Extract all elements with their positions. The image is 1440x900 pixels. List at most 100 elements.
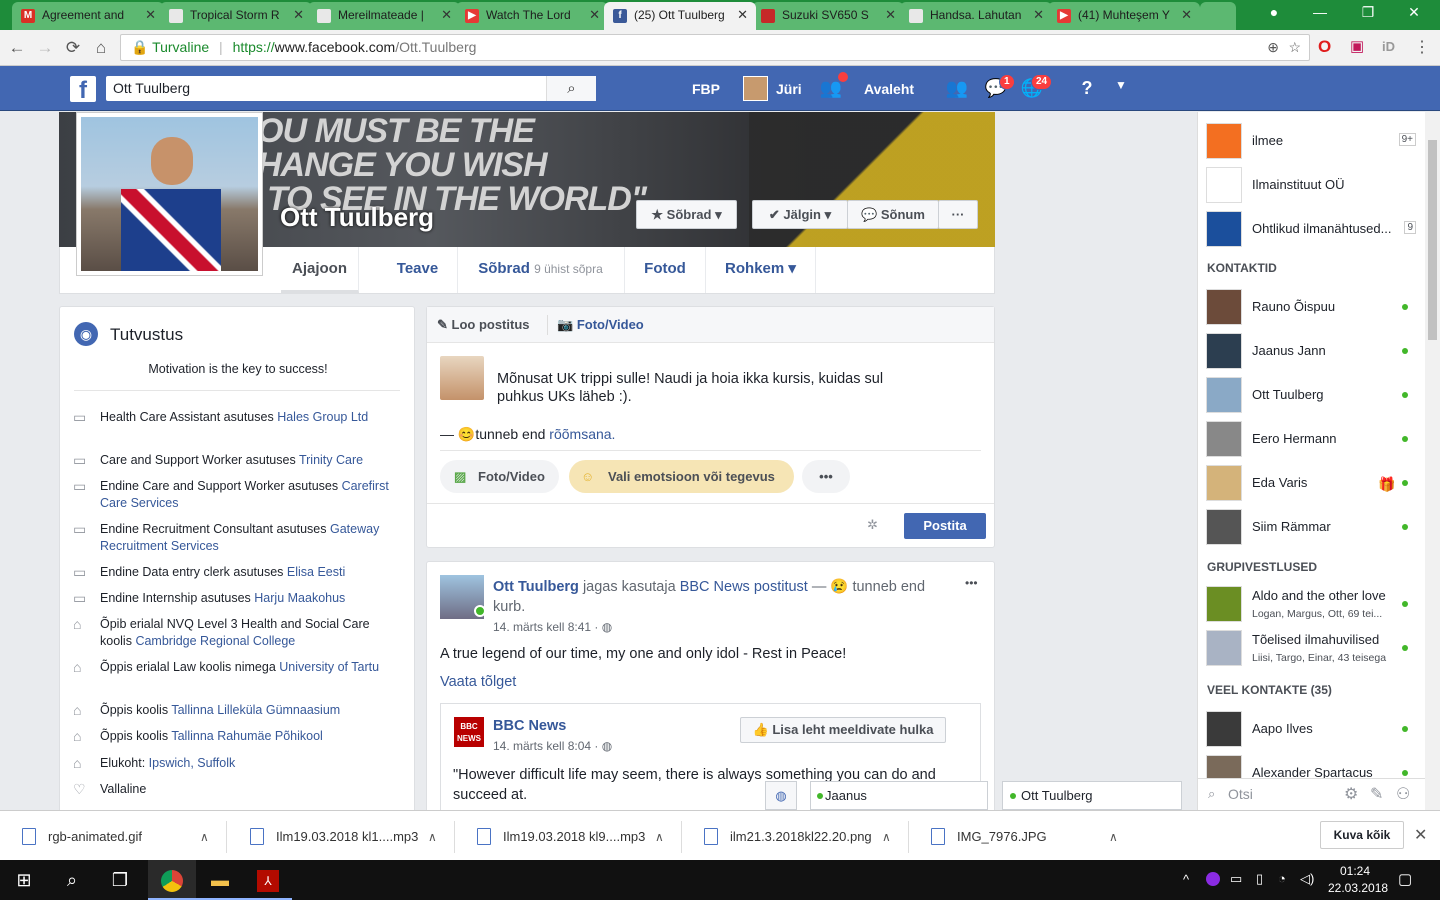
- download-item[interactable]: ilm21.3.2018kl22.20.png ∧: [682, 821, 909, 853]
- tab-close-icon[interactable]: ✕: [145, 2, 156, 28]
- reload-icon[interactable]: ⟳: [62, 38, 84, 58]
- cover-more-button[interactable]: ···: [938, 200, 978, 229]
- settings-gear-icon[interactable]: ✲: [867, 517, 878, 533]
- pill-feeling[interactable]: ☺ Vali emotsioon või tegevus: [569, 460, 794, 493]
- intro-item-link[interactable]: University of Tartu: [279, 660, 379, 674]
- group-chat-item[interactable]: Aldo and the other love Logan, Margus, Ot…: [1206, 586, 1418, 622]
- new-message-icon[interactable]: ✎: [1370, 784, 1383, 804]
- birthday-gift-icon[interactable]: 🎁: [1378, 476, 1395, 493]
- follow-button[interactable]: ✔ Jälgin ▾: [752, 200, 848, 229]
- show-all-downloads-button[interactable]: Kuva kõik: [1320, 821, 1404, 849]
- browser-tab[interactable]: Suzuki SV650 S ✕: [752, 2, 904, 30]
- chrome-menu-icon[interactable]: ⋮: [1414, 37, 1430, 57]
- tab-close-icon[interactable]: ✕: [737, 2, 748, 28]
- bookmark-star-icon[interactable]: ☆: [1288, 35, 1301, 60]
- profile-icon[interactable]: ●: [1254, 4, 1294, 20]
- intro-item-link[interactable]: Trinity Care: [299, 453, 363, 467]
- like-page-button[interactable]: 👍 Lisa leht meeldivate hulka: [740, 717, 946, 743]
- facebook-logo-icon[interactable]: f: [70, 76, 96, 104]
- download-chevron-icon[interactable]: ∧: [200, 823, 209, 851]
- shared-author[interactable]: BBC News: [493, 718, 566, 734]
- tray-chevron-icon[interactable]: ^: [1183, 872, 1189, 887]
- contact-item[interactable]: Jaanus Jann: [1206, 333, 1418, 369]
- new-tab-button[interactable]: [1200, 2, 1236, 30]
- intro-item-link[interactable]: Cambridge Regional College: [135, 634, 295, 648]
- intro-item-link[interactable]: Elisa Eesti: [287, 565, 345, 579]
- browser-tab[interactable]: ▶ Watch The Lord ✕: [456, 2, 608, 30]
- sidebar-page[interactable]: ilmee 9+: [1206, 123, 1418, 159]
- intro-item-link[interactable]: Tallinna Lilleküla Gümnaasium: [171, 703, 340, 717]
- download-chevron-icon[interactable]: ∧: [882, 823, 891, 851]
- help-icon[interactable]: ?: [1074, 78, 1100, 100]
- download-chevron-icon[interactable]: ∧: [1109, 823, 1118, 851]
- intro-item-link[interactable]: Ipswich, Suffolk: [149, 756, 236, 770]
- intro-item-link[interactable]: Harju Maakohus: [254, 591, 345, 605]
- minimize-icon[interactable]: —: [1300, 4, 1340, 20]
- browser-tab[interactable]: M Agreement and ✕: [12, 2, 164, 30]
- contact-item[interactable]: Rauno Õispuu: [1206, 289, 1418, 325]
- maximize-icon[interactable]: ❐: [1348, 4, 1388, 21]
- message-button[interactable]: 💬 Sõnum: [847, 200, 939, 229]
- nav-fbp[interactable]: FBP: [692, 81, 720, 97]
- sidebar-settings-icon[interactable]: ⚙: [1344, 784, 1358, 804]
- profile-tab[interactable]: Fotod: [625, 247, 706, 293]
- intro-item-link[interactable]: Hales Group Ltd: [277, 410, 368, 424]
- id-extension-icon[interactable]: iD: [1382, 39, 1395, 54]
- tray-usb-icon[interactable]: ▯: [1256, 871, 1263, 887]
- taskbar-date[interactable]: 22.03.2018: [1328, 881, 1388, 895]
- chat-tab-jaanus[interactable]: Jaanus: [810, 781, 988, 810]
- profile-tab[interactable]: Rohkem ▾: [706, 247, 816, 293]
- tab-close-icon[interactable]: ✕: [1033, 2, 1044, 28]
- pocket-extension-icon[interactable]: ▣: [1350, 37, 1364, 55]
- post-menu-button[interactable]: •••: [965, 576, 978, 590]
- profile-tab[interactable]: Teave: [378, 247, 458, 293]
- shared-time[interactable]: 14. märts kell 8:04 · ◍: [493, 739, 612, 753]
- close-window-icon[interactable]: ✕: [1394, 4, 1434, 21]
- chat-tab-ott[interactable]: Ott Tuulberg: [1002, 781, 1182, 810]
- tray-app-icon[interactable]: [1206, 872, 1220, 886]
- browser-tab[interactable]: ▶ (41) Muhteşem Y ✕: [1048, 2, 1200, 30]
- pill-photo-video[interactable]: ▨ Foto/Video: [440, 460, 559, 493]
- tab-close-icon[interactable]: ✕: [293, 2, 304, 28]
- friends-button[interactable]: ★ Sõbrad ▾: [636, 200, 737, 229]
- intro-item-link[interactable]: Tallinna Rahumäe Põhikool: [171, 729, 322, 743]
- sidebar-page[interactable]: Ilmainstituut OÜ: [1206, 167, 1418, 203]
- address-bar[interactable]: 🔒 Turvaline | https://www.facebook.com/O…: [120, 34, 1310, 61]
- contact-item[interactable]: Ott Tuulberg: [1206, 377, 1418, 413]
- close-download-bar-icon[interactable]: ✕: [1414, 825, 1427, 845]
- opera-extension-icon[interactable]: O: [1318, 37, 1331, 57]
- nav-user-avatar[interactable]: [743, 76, 768, 101]
- tab-close-icon[interactable]: ✕: [441, 2, 452, 28]
- file-explorer-icon[interactable]: ▬: [196, 860, 244, 900]
- pill-more[interactable]: •••: [802, 460, 850, 493]
- nav-home[interactable]: Avaleht: [864, 81, 914, 97]
- taskbar-time[interactable]: 01:24: [1340, 864, 1370, 878]
- people-icon[interactable]: 👥: [944, 78, 970, 100]
- composer-tab-create[interactable]: ✎ Loo postitus: [437, 317, 530, 333]
- post-button[interactable]: Postita: [904, 513, 986, 539]
- download-item[interactable]: Ilm19.03.2018 kl9....mp3 ∧: [455, 821, 682, 853]
- chrome-taskbar-icon[interactable]: [148, 860, 196, 900]
- browser-tab[interactable]: Handsa. Lahutan ✕: [900, 2, 1052, 30]
- download-item[interactable]: IMG_7976.JPG ∧: [909, 823, 1134, 851]
- action-center-icon[interactable]: ▢: [1398, 870, 1412, 888]
- composer-tab-photo[interactable]: 📷 Foto/Video: [557, 317, 644, 333]
- download-chevron-icon[interactable]: ∧: [655, 823, 664, 851]
- download-item[interactable]: rgb-animated.gif ∧: [0, 821, 227, 853]
- profile-tab[interactable]: Sõbrad 9 ühist sõpra: [457, 247, 625, 293]
- download-chevron-icon[interactable]: ∧: [428, 823, 437, 851]
- download-item[interactable]: Ilm19.03.2018 kl1....mp3 ∧: [228, 821, 455, 853]
- forward-icon[interactable]: →: [34, 38, 56, 58]
- contact-item[interactable]: Siim Rämmar: [1206, 509, 1418, 545]
- bbc-news-logo[interactable]: BBC NEWS: [454, 717, 484, 747]
- profile-name[interactable]: Ott Tuulberg: [280, 202, 434, 233]
- group-chat-item[interactable]: Tõelised ilmahuvilised Liisi, Targo, Eina…: [1206, 630, 1418, 666]
- account-menu-chevron-icon[interactable]: ▼: [1108, 78, 1134, 100]
- tab-close-icon[interactable]: ✕: [589, 2, 600, 28]
- tab-close-icon[interactable]: ✕: [885, 2, 896, 28]
- home-icon[interactable]: ⌂: [90, 38, 112, 58]
- composer-text[interactable]: Mõnusat UK trippi sulle! Naudi ja hoia i…: [497, 370, 967, 406]
- sidebar-page[interactable]: Ohtlikud ilmanähtused... 9: [1206, 211, 1418, 247]
- taskbar-search-icon[interactable]: ⌕: [48, 860, 96, 900]
- tab-close-icon[interactable]: ✕: [1181, 2, 1192, 28]
